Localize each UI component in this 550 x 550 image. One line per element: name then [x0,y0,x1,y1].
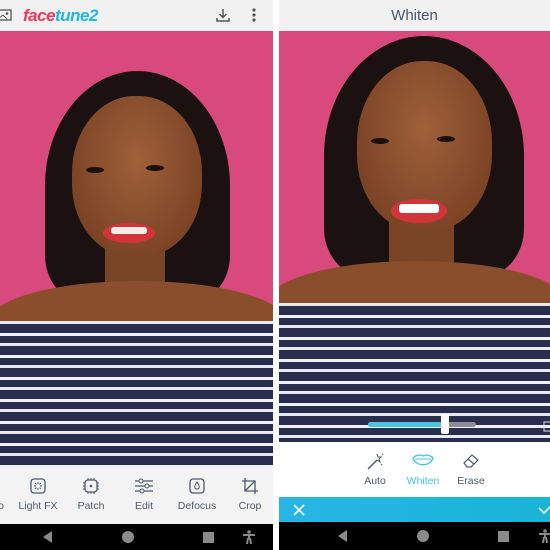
facetune-logo: facetune2 [23,5,98,25]
lips-icon [412,454,434,466]
tool-patch[interactable]: Patch [72,477,110,512]
light-fx-icon [30,478,46,494]
tool-partial[interactable]: o [0,477,8,512]
slider-thumb[interactable] [440,414,449,434]
whiten-strength-slider[interactable] [368,414,476,434]
android-nav-bar [279,522,550,550]
sliders-icon [135,478,153,494]
tool-crop[interactable]: Crop [235,477,265,512]
apply-check-icon[interactable] [538,505,550,515]
more-menu-icon[interactable] [251,7,257,23]
whiten-tool-bar: Auto Whiten Erase [279,442,550,497]
tool-auto[interactable]: Auto [359,452,391,487]
android-nav-bar [0,524,273,550]
photo-canvas[interactable] [0,31,273,467]
screen-title: Whiten [391,7,438,24]
eraser-icon [463,454,479,468]
cancel-icon[interactable] [293,504,305,516]
back-icon[interactable] [43,531,52,543]
right-screen: Whiten Auto Whiten Erase [279,0,550,550]
crop-icon [242,478,258,494]
tool-whiten[interactable]: Whiten [403,452,443,487]
top-bar: Whiten [279,0,550,31]
recents-icon[interactable] [203,532,214,543]
download-icon[interactable] [215,7,231,23]
left-screen: facetune2 o Light FX Patch Edit Defocus … [0,0,273,550]
slider-fill [368,422,445,427]
tool-bar: o Light FX Patch Edit Defocus Crop [0,467,273,524]
home-icon[interactable] [417,530,429,542]
photo-canvas[interactable] [279,31,550,442]
back-icon[interactable] [338,530,347,542]
patch-icon [83,478,99,494]
gallery-icon[interactable] [0,9,12,21]
accessibility-icon[interactable] [243,530,255,544]
tool-defocus[interactable]: Defocus [175,477,219,512]
tool-erase[interactable]: Erase [455,452,487,487]
home-icon[interactable] [122,531,134,543]
compare-icon[interactable] [543,418,550,432]
accessibility-icon[interactable] [539,529,550,543]
tool-light-fx[interactable]: Light FX [17,477,59,512]
defocus-icon [189,478,205,494]
top-bar: facetune2 [0,0,273,31]
magic-wand-icon [367,453,384,470]
action-bar [279,497,550,522]
recents-icon[interactable] [498,531,509,542]
tool-edit[interactable]: Edit [128,477,160,512]
